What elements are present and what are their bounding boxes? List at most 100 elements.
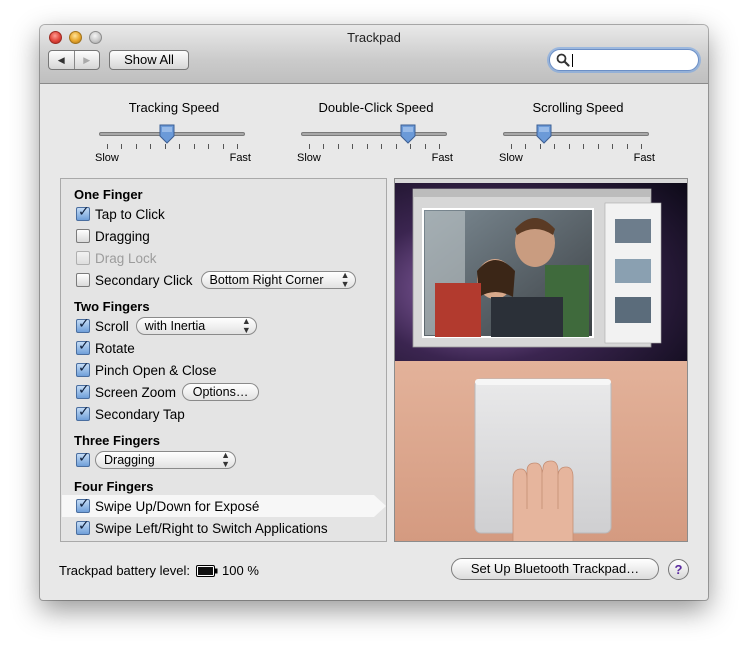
tracking-speed-min-label: Slow [95,152,119,164]
swipe-up-down-label: Swipe Up/Down for Exposé [95,498,260,514]
scroll-label: Scroll [95,318,129,334]
search-icon [556,53,570,67]
dragging-label: Dragging [95,228,150,244]
battery-level-label: Trackpad battery level: [59,563,191,578]
slider-tick [525,144,527,149]
window-title: Trackpad [347,30,401,45]
slider-tick [641,144,642,149]
secondary-tap-label: Secondary Tap [95,406,185,422]
double-click-speed-max-label: Fast [431,152,453,164]
rotate-option[interactable]: Rotate [76,338,135,357]
four-fingers-heading: Four Fingers [74,479,154,494]
swipe-left-right-label: Swipe Left/Right to Switch Applications [95,520,328,536]
slider-tick [381,144,383,149]
scroll-option[interactable]: Scroll with Inertia ▲▼ [76,316,257,335]
slider-tick [626,144,628,149]
text-caret [572,54,573,67]
swipe-up-down-checkbox[interactable] [76,496,90,513]
one-finger-heading: One Finger [74,187,143,202]
slider-tick [424,144,426,149]
scrolling-speed-ticks [503,144,649,150]
battery-icon [196,564,218,577]
drag-lock-label: Drag Lock [95,250,157,266]
tracking-speed-label: Tracking Speed [128,100,220,115]
drag-lock-checkbox [76,251,90,265]
slider-tick [395,144,397,149]
slider-tick [179,144,181,149]
slider-tick [164,144,166,149]
slider-tick [323,144,325,149]
tap-to-click-option[interactable]: Tap to Click [76,204,165,223]
double-click-speed-min-label: Slow [297,152,321,164]
three-finger-popup-value: Dragging [104,453,155,467]
swipe-left-right-option[interactable]: Swipe Left/Right to Switch Applications [76,518,328,537]
slider-tick [410,144,412,149]
show-all-button[interactable]: Show All [109,50,189,70]
secondary-tap-checkbox[interactable] [76,404,90,421]
scrolling-speed-label: Scrolling Speed [532,100,624,115]
gesture-options-panel: One Finger Tap to Click Dragging Drag Lo… [60,178,387,542]
slider-tick [539,144,541,149]
title-bar: Trackpad ◀ ▶ Show All [40,25,708,84]
secondary-click-checkbox[interactable] [76,273,90,287]
back-forward-control: ◀ ▶ [48,50,100,70]
swipe-up-down-option[interactable]: Swipe Up/Down for Exposé [76,496,260,515]
set-up-bluetooth-trackpad-button[interactable]: Set Up Bluetooth Trackpad… [451,558,659,580]
tracking-speed-knob[interactable] [159,124,175,144]
secondary-click-popup-value: Bottom Right Corner [209,273,324,287]
double-click-speed-track[interactable] [301,132,447,136]
tap-to-click-checkbox[interactable] [76,204,90,221]
popup-arrows-icon: ▲ ▼ [221,450,230,469]
trackpad-preferences-window: Trackpad ◀ ▶ Show All Tracking Speed Slo… [40,25,708,600]
secondary-click-popup[interactable]: Bottom Right Corner ▲ ▼ [200,270,356,289]
scrolling-speed-track[interactable] [503,132,649,136]
two-fingers-heading: Two Fingers [74,299,150,314]
tracking-speed-max-label: Fast [229,152,251,164]
secondary-click-option[interactable]: Secondary Click Bottom Right Corner ▲ ▼ [76,271,356,289]
three-fingers-heading: Three Fingers [74,433,160,448]
popup-arrows-icon: ▲ ▼ [241,316,251,335]
tracking-speed-ticks [99,144,245,150]
slider-tick [309,144,310,149]
drag-lock-option: Drag Lock [76,249,157,267]
slider-tick [222,144,224,149]
scroll-inertia-popup[interactable]: with Inertia ▲ ▼ [135,316,257,335]
three-finger-checkbox[interactable] [76,450,90,467]
dragging-option[interactable]: Dragging [76,227,150,245]
pinch-checkbox[interactable] [76,360,90,377]
pinch-option[interactable]: Pinch Open & Close [76,360,217,379]
three-finger-popup[interactable]: Dragging ▲ ▼ [95,451,236,469]
scrolling-speed-min-label: Slow [499,152,523,164]
back-arrow-icon[interactable]: ◀ [49,51,75,69]
screen-zoom-option[interactable]: Screen Zoom Options… [76,382,260,401]
three-finger-option[interactable]: Dragging ▲▼ [76,450,236,469]
swipe-left-right-checkbox[interactable] [76,518,90,535]
dragging-checkbox[interactable] [76,229,90,243]
screen-zoom-checkbox[interactable] [76,382,90,399]
forward-arrow-icon[interactable]: ▶ [75,51,100,69]
slider-tick [121,144,123,149]
slider-tick [554,144,556,149]
secondary-tap-option[interactable]: Secondary Tap [76,404,185,423]
slider-tick [439,144,440,149]
rotate-checkbox[interactable] [76,338,90,355]
double-click-speed-label: Double-Click Speed [318,100,434,115]
rotate-label: Rotate [95,340,135,356]
scrolling-speed-knob[interactable] [536,124,552,144]
slider-tick [366,144,368,149]
scroll-inertia-popup-value: with Inertia [144,319,206,333]
double-click-speed-ticks [301,144,447,150]
slider-tick [107,144,108,149]
screen-zoom-label: Screen Zoom [95,384,177,400]
slider-tick [511,144,512,149]
screen-zoom-options-button[interactable]: Options… [182,383,260,401]
search-field[interactable] [549,49,699,71]
slider-tick [568,144,570,149]
scroll-checkbox[interactable] [76,316,90,333]
help-button[interactable]: ? [668,559,689,580]
slider-tick [135,144,137,149]
double-click-speed-knob[interactable] [400,124,416,144]
slider-tick [337,144,339,149]
popup-arrows-icon: ▲ ▼ [340,270,350,289]
battery-level-value: 100 % [222,563,259,578]
